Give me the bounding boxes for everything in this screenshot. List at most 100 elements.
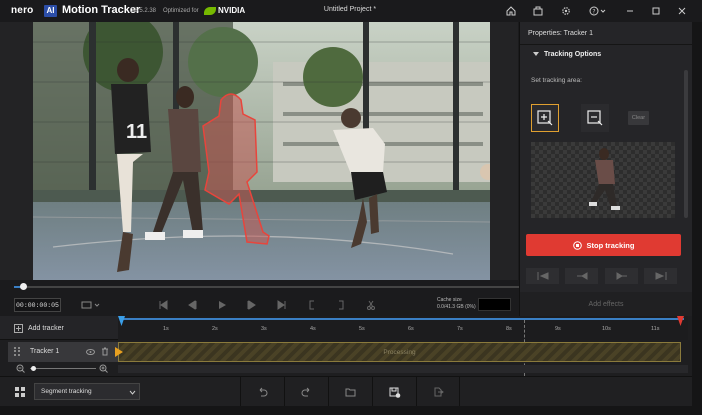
step-forward-icon bbox=[616, 272, 627, 280]
panel-title: Properties: Tracker 1 bbox=[528, 30, 593, 37]
window-edge-bottom bbox=[0, 406, 702, 415]
cache-size-value: 0.0/41.3 GB (0%) bbox=[437, 304, 476, 310]
optimized-label: Optimized for bbox=[163, 8, 199, 14]
title-bar: nero AI Motion Tracker 26.5.2.38 Optimiz… bbox=[0, 0, 702, 22]
previous-frame-icon[interactable] bbox=[186, 299, 198, 311]
aspect-menu-icon[interactable] bbox=[80, 299, 102, 311]
maximize-icon[interactable] bbox=[648, 3, 664, 19]
visibility-eye-icon[interactable] bbox=[86, 348, 95, 356]
home-icon[interactable] bbox=[503, 3, 519, 19]
video-frame: 11 bbox=[33, 22, 490, 280]
collapse-caret-icon[interactable] bbox=[533, 52, 539, 56]
timecode-display[interactable]: 00:00:00:05 bbox=[14, 298, 61, 312]
tick-label: 8s bbox=[506, 326, 512, 332]
timeline: Add tracker 1s 2s 3s 4s 5s 6s 7s 8s 9s 1… bbox=[0, 316, 692, 376]
next-frame-icon[interactable] bbox=[246, 299, 258, 311]
svg-text:?: ? bbox=[592, 8, 595, 15]
settings-icon[interactable] bbox=[558, 3, 574, 19]
cache-info: Cache size 0.0/41.3 GB (0%) bbox=[437, 297, 476, 311]
playhead-marker[interactable] bbox=[118, 316, 125, 326]
panel-scrollbar[interactable] bbox=[684, 70, 688, 218]
add-tracker-button[interactable]: Add tracker bbox=[28, 325, 64, 332]
ai-badge: AI bbox=[44, 5, 57, 17]
skip-start-button[interactable] bbox=[526, 268, 559, 284]
redo-icon bbox=[301, 387, 310, 397]
apps-grid-icon[interactable] bbox=[14, 386, 26, 398]
mark-in-icon[interactable] bbox=[306, 299, 318, 311]
tick-label: 11s bbox=[651, 326, 660, 332]
skip-to-end-icon[interactable] bbox=[276, 299, 288, 311]
mark-out-icon[interactable] bbox=[335, 299, 347, 311]
set-area-label: Set tracking area: bbox=[531, 77, 582, 84]
tracking-mode-select[interactable]: Segment tracking bbox=[34, 383, 140, 400]
left-gutter bbox=[0, 22, 33, 280]
export-icon bbox=[434, 387, 444, 397]
project-title: Untitled Project * bbox=[323, 6, 377, 13]
tick-label: 5s bbox=[359, 326, 365, 332]
tracking-mode-value: Segment tracking bbox=[41, 388, 92, 395]
chevron-down-icon bbox=[129, 390, 136, 395]
step-back-button[interactable] bbox=[565, 268, 598, 284]
save-project-button[interactable] bbox=[372, 377, 416, 407]
video-preview[interactable]: 11 bbox=[33, 22, 490, 280]
end-marker[interactable] bbox=[677, 316, 684, 326]
right-gutter bbox=[490, 22, 518, 280]
step-back-icon bbox=[576, 272, 587, 280]
tick-label: 3s bbox=[261, 326, 267, 332]
export-button[interactable] bbox=[416, 377, 460, 407]
timeline-ruler[interactable]: 1s 2s 3s 4s 5s 6s 7s 8s 9s 10s 11s bbox=[118, 316, 688, 376]
nero-logo: nero bbox=[11, 5, 34, 16]
cache-size-label: Cache size bbox=[437, 297, 462, 303]
drag-handle-icon[interactable] bbox=[14, 347, 20, 356]
remove-area-button[interactable] bbox=[581, 104, 609, 132]
bottom-toolbar: Segment tracking bbox=[0, 376, 692, 407]
open-folder-icon bbox=[345, 388, 356, 397]
track-name[interactable]: Tracker 1 bbox=[30, 348, 59, 355]
tick-label: 6s bbox=[408, 326, 414, 332]
tracker-clip[interactable]: Processing bbox=[115, 342, 681, 362]
add-tracker-icon[interactable] bbox=[14, 324, 23, 333]
tick-label: 7s bbox=[457, 326, 463, 332]
playback-controls: 00:00:00:05 Cache size 0.0/41.3 GB (0%) bbox=[0, 294, 519, 316]
remove-area-icon bbox=[587, 110, 603, 126]
tracked-subject-image bbox=[589, 148, 620, 210]
save-project-icon bbox=[389, 387, 400, 398]
timeline-hscrollbar[interactable] bbox=[118, 365, 688, 373]
zoom-out-icon[interactable] bbox=[16, 364, 25, 373]
clear-button[interactable]: Clear bbox=[628, 111, 649, 125]
tick-label: 4s bbox=[310, 326, 316, 332]
zoom-in-icon[interactable] bbox=[99, 364, 108, 373]
open-button[interactable] bbox=[328, 377, 372, 407]
split-icon[interactable] bbox=[365, 299, 377, 311]
step-forward-button[interactable] bbox=[605, 268, 638, 284]
close-icon[interactable] bbox=[674, 3, 690, 19]
delete-track-icon[interactable] bbox=[101, 347, 109, 356]
undo-icon bbox=[259, 387, 268, 397]
tracking-options-header[interactable]: Tracking Options bbox=[544, 51, 601, 58]
stop-tracking-button[interactable]: Stop tracking bbox=[526, 234, 681, 256]
scrub-handle[interactable] bbox=[20, 283, 27, 290]
processing-label: Processing bbox=[383, 348, 416, 356]
skip-end-button[interactable] bbox=[644, 268, 677, 284]
tick-label: 10s bbox=[602, 326, 611, 332]
skip-to-start-icon[interactable] bbox=[157, 299, 169, 311]
add-area-button[interactable] bbox=[531, 104, 559, 132]
play-icon[interactable] bbox=[216, 299, 228, 311]
minimize-icon[interactable] bbox=[622, 3, 638, 19]
stop-icon bbox=[572, 240, 582, 250]
undo-button[interactable] bbox=[240, 377, 284, 407]
zoom-slider-handle[interactable] bbox=[31, 366, 36, 371]
share-icon[interactable] bbox=[530, 3, 546, 19]
zoom-slider-track[interactable] bbox=[30, 368, 96, 369]
scrub-bar[interactable] bbox=[0, 280, 519, 294]
help-icon[interactable]: ? bbox=[587, 3, 609, 19]
cache-meter bbox=[478, 298, 511, 311]
redo-button[interactable] bbox=[284, 377, 328, 407]
timeline-range-line bbox=[120, 318, 684, 320]
nvidia-logo: NVIDIA bbox=[204, 6, 245, 15]
add-effects-button[interactable]: Add effects bbox=[519, 292, 692, 316]
scrub-track bbox=[14, 286, 519, 288]
skip-end-icon bbox=[655, 272, 666, 280]
panel-divider bbox=[520, 44, 693, 45]
track-header[interactable]: Tracker 1 bbox=[8, 342, 118, 362]
